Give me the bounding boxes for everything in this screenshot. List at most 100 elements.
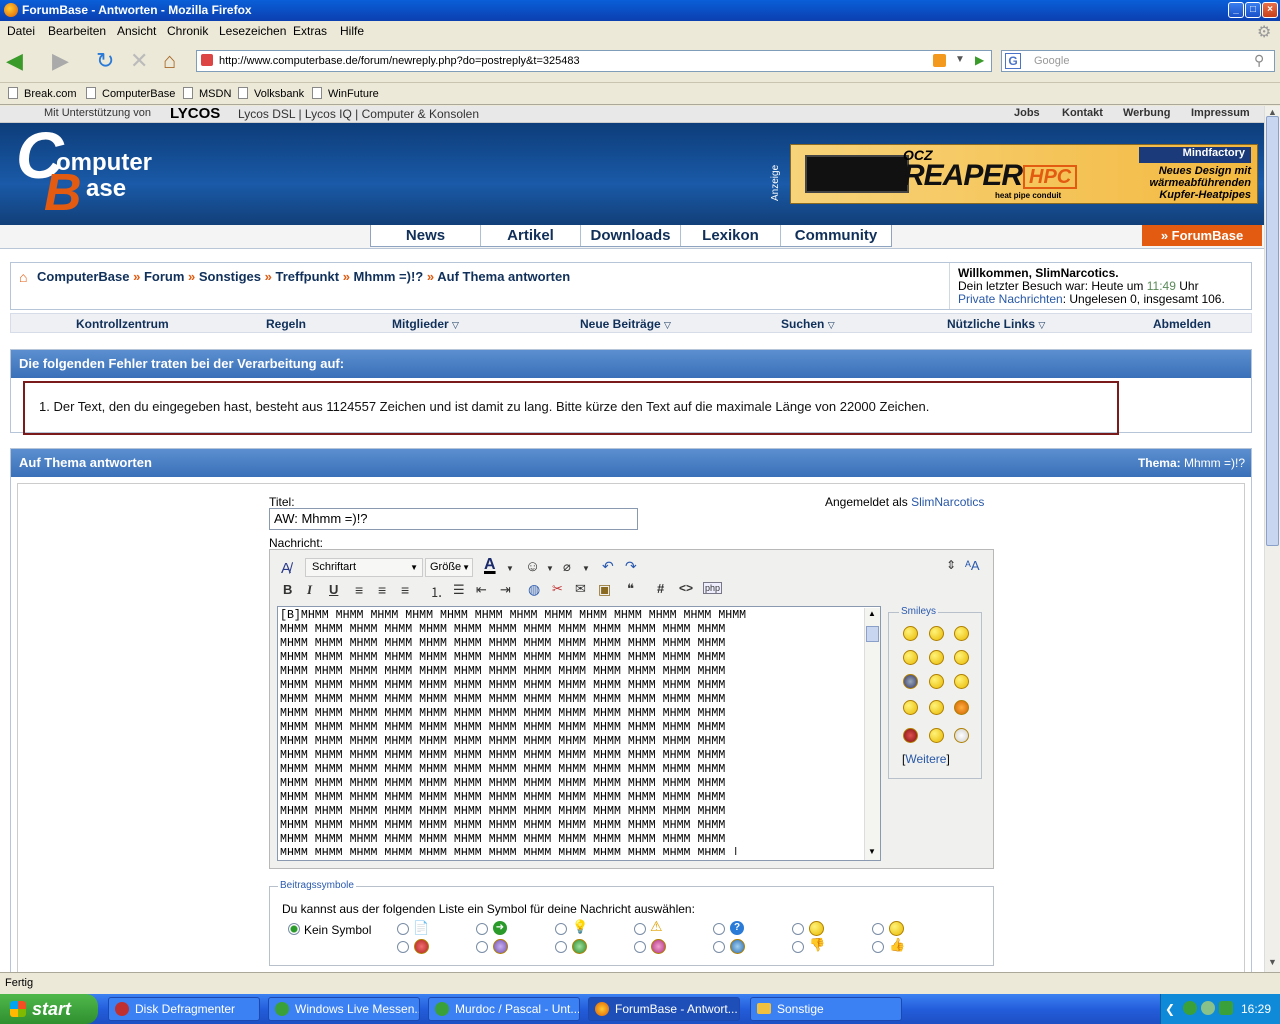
menu-hilfe[interactable]: Hilfe — [340, 24, 364, 38]
crumb-forum[interactable]: Forum — [144, 269, 184, 284]
hash-icon[interactable]: # — [657, 581, 664, 596]
smiley-icon[interactable] — [903, 650, 918, 665]
smiley-icon[interactable] — [929, 650, 944, 665]
outdent-icon[interactable]: ⇤ — [476, 582, 487, 598]
start-button[interactable]: start — [0, 994, 98, 1024]
radio-icon[interactable] — [792, 941, 804, 953]
radio-icon[interactable] — [792, 923, 804, 935]
toplink-kontakt[interactable]: Kontakt — [1062, 107, 1103, 119]
scroll-down-icon[interactable]: ▼ — [1268, 957, 1277, 967]
minimize-button[interactable]: _ — [1228, 2, 1244, 18]
smiley-icon[interactable] — [929, 674, 944, 689]
bookmark-item[interactable]: Break.com — [8, 87, 77, 100]
menu-ansicht[interactable]: Ansicht — [117, 24, 156, 38]
smiley-icon[interactable] — [954, 626, 969, 641]
radio-icon[interactable] — [713, 923, 725, 935]
tray-app-icon[interactable] — [1183, 1001, 1197, 1015]
back-icon[interactable]: ◀ — [6, 49, 23, 73]
crumb-treffpunkt[interactable]: Treffpunkt — [276, 269, 340, 284]
smiley-icon[interactable] — [903, 700, 918, 715]
tray-security-icon[interactable] — [1219, 1001, 1233, 1015]
quote-icon[interactable]: ❝ — [627, 581, 634, 597]
nav-lexikon[interactable]: Lexikon — [681, 225, 781, 246]
nav-downloads[interactable]: Downloads — [581, 225, 681, 246]
google-icon[interactable]: G — [1005, 53, 1021, 69]
smiley-icon[interactable] — [954, 674, 969, 689]
smiley-icon[interactable] — [929, 700, 944, 715]
radio-icon[interactable] — [555, 923, 567, 935]
task-chat[interactable]: Murdoc / Pascal - Unt... — [428, 997, 580, 1021]
menu-bearbeiten[interactable]: Bearbeiten — [48, 24, 106, 38]
align-right-icon[interactable]: ≡ — [401, 582, 409, 598]
subnav-suchen[interactable]: Suchen ▽ — [781, 317, 835, 331]
close-button[interactable]: × — [1262, 2, 1278, 18]
pm-link[interactable]: Private Nachrichten — [958, 292, 1063, 306]
unlink-icon[interactable]: ✂ — [552, 581, 563, 597]
radio-icon[interactable] — [397, 941, 409, 953]
user-link[interactable]: SlimNarcotics — [911, 495, 984, 509]
home-icon[interactable]: ⌂ — [19, 269, 27, 285]
subnav-regeln[interactable]: Regeln — [266, 317, 306, 331]
toplink-impressum[interactable]: Impressum — [1191, 107, 1250, 119]
clock[interactable]: 16:29 — [1241, 1002, 1271, 1016]
smiley-insert-icon[interactable]: ☺ — [525, 558, 540, 575]
chevron-down-icon[interactable]: ▼ — [582, 564, 590, 573]
forumbase-button[interactable]: » ForumBase — [1142, 225, 1262, 246]
crumb-thread[interactable]: Mhmm =)!? — [354, 269, 424, 284]
radio-icon[interactable] — [713, 941, 725, 953]
subnav-abmelden[interactable]: Abmelden — [1153, 317, 1211, 331]
crumb-sonstiges[interactable]: Sonstiges — [199, 269, 261, 284]
subnav-kontrollzentrum[interactable]: Kontrollzentrum — [76, 317, 169, 331]
lycos-logo[interactable]: LYCOS — [170, 106, 220, 122]
redo-icon[interactable]: ↷ — [625, 558, 637, 575]
size-select[interactable]: Größe ▼ — [425, 558, 473, 577]
tray-expand-icon[interactable]: ❮ — [1165, 1002, 1175, 1016]
radio-icon[interactable] — [476, 941, 488, 953]
maximize-button[interactable]: □ — [1245, 2, 1261, 18]
align-left-icon[interactable]: ≡ — [355, 582, 363, 598]
menu-lesezeichen[interactable]: Lesezeichen — [219, 24, 286, 38]
thema-link[interactable]: Mhmm =)!? — [1184, 456, 1245, 470]
nav-community[interactable]: Community — [781, 225, 891, 246]
task-disk-defragmenter[interactable]: Disk Defragmenter — [108, 997, 260, 1021]
tray-messenger-icon[interactable] — [1201, 1001, 1215, 1015]
menu-chronik[interactable]: Chronik — [167, 24, 208, 38]
toplink-jobs[interactable]: Jobs — [1014, 107, 1040, 119]
email-icon[interactable]: ✉ — [575, 581, 586, 597]
ad-banner[interactable]: OCZ REAPER HPC heat pipe conduit Mindfac… — [790, 144, 1258, 204]
unordered-list-icon[interactable]: ☰ — [453, 582, 465, 598]
text-color-icon[interactable]: A — [484, 556, 496, 574]
task-firefox[interactable]: ForumBase - Antwort... — [588, 997, 740, 1021]
remove-format-icon[interactable]: A̸ — [281, 560, 291, 577]
site-logo[interactable]: C omputer B ase — [16, 118, 166, 222]
textarea-scrollbar[interactable]: ▲ ▼ — [864, 608, 880, 860]
radio-icon[interactable] — [872, 923, 884, 935]
nav-artikel[interactable]: Artikel — [481, 225, 581, 246]
search-icon[interactable]: ⚲ — [1254, 52, 1264, 69]
search-input[interactable]: G Google ⚲ — [1001, 50, 1275, 72]
url-dropdown-icon[interactable]: ▼ — [955, 54, 965, 65]
task-messenger[interactable]: Windows Live Messen... — [268, 997, 420, 1021]
scroll-thumb[interactable] — [866, 626, 879, 642]
home-icon[interactable]: ⌂ — [163, 49, 176, 73]
radio-no-icon[interactable] — [288, 923, 300, 935]
bold-icon[interactable]: B — [283, 582, 292, 597]
smiley-icon[interactable] — [954, 700, 969, 715]
font-select[interactable]: Schriftart ▼ — [305, 558, 423, 577]
nav-news[interactable]: News — [371, 225, 481, 246]
scroll-down-icon[interactable]: ▼ — [868, 847, 876, 856]
stop-icon[interactable]: ✕ — [130, 49, 148, 73]
smiley-icon[interactable] — [954, 650, 969, 665]
menu-datei[interactable]: Datei — [7, 24, 35, 38]
reload-icon[interactable]: ↻ — [96, 49, 114, 73]
code-icon[interactable]: <> — [679, 581, 693, 595]
smiley-icon[interactable] — [903, 674, 918, 689]
bookmark-item[interactable]: MSDN — [183, 87, 231, 100]
switch-mode-icon[interactable]: ᴬA — [965, 558, 980, 573]
resize-icon[interactable]: ⇕ — [946, 558, 956, 572]
scroll-up-icon[interactable]: ▲ — [868, 609, 876, 618]
lycos-links[interactable]: Lycos DSL | Lycos IQ | Computer & Konsol… — [238, 107, 479, 121]
indent-icon[interactable]: ⇥ — [500, 582, 511, 598]
radio-icon[interactable] — [634, 941, 646, 953]
smiley-icon[interactable] — [903, 626, 918, 641]
